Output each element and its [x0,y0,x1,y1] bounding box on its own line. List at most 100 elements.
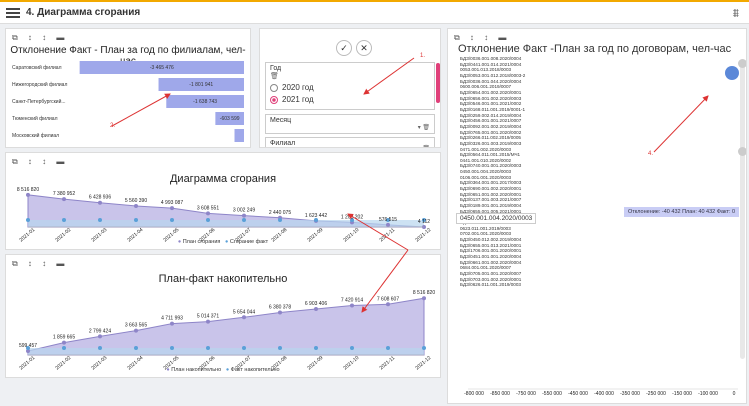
month-filter[interactable]: Месяц ▾ 🗑 [265,114,435,134]
plan-point[interactable] [26,192,30,197]
fact-point[interactable] [278,346,282,350]
fact-point[interactable] [206,218,210,222]
plan-area [27,297,425,356]
contracts-panel: ⧉ ↕ ↕ ▬ Отклонение Факт -План за год по … [447,28,747,404]
year-option-2020[interactable]: 2020 год [270,83,430,92]
year-filter: Год 🗑 2020 год 2021 год [265,62,435,110]
x-tick-label: -400 000 [594,391,614,397]
data-label: 8 516 820 [413,290,435,296]
fact-area [28,220,424,227]
data-label: 2 440 075 [269,210,291,216]
branch-label: Санкт-Петербургский... [12,98,66,105]
branches-chart: Саратовский филиал -3 465 476 Нижегородски… [12,61,244,142]
fact-point[interactable] [386,346,390,350]
x-tick-label: -450 000 [568,391,588,397]
fact-point[interactable] [98,218,102,222]
burn-chart: 8 516 8202021-017 380 9522021-026 428 93… [17,187,433,244]
cancel-button[interactable]: ✕ [356,40,372,56]
x-tick-label: -350 000 [620,391,640,397]
data-label: 2 799 424 [89,328,111,334]
x-tick-label: -800 000 [464,391,484,397]
plan-point[interactable] [206,211,210,216]
plan-point[interactable] [242,213,246,218]
chevron-down-icon[interactable]: ▾ 🗑 [418,145,430,147]
trash-icon[interactable]: 🗑 [270,72,430,80]
plan-point[interactable] [242,315,246,320]
x-tick-label: -250 000 [646,391,666,397]
chevron-down-icon[interactable]: ▾ 🗑 [418,124,430,131]
fact-point[interactable] [242,346,246,350]
fact-point[interactable] [134,346,138,350]
fact-point[interactable] [134,218,138,222]
burn-panel: ⧉ ↕ ↕ ▬ Диаграмма сгорания 8 516 820 2021… [5,152,441,250]
burn-legend: ● План сгорания ● Сгорание факт [177,239,269,245]
plan-point[interactable] [98,200,102,205]
branch-value: -3 465 476 [150,65,174,71]
fact-point[interactable] [98,346,102,350]
fact-point[interactable] [350,346,354,350]
plan-point[interactable] [350,303,354,308]
plan-point[interactable] [422,296,426,301]
fact-point[interactable] [242,218,246,222]
fact-point[interactable] [170,218,174,222]
data-label: 576 515 [379,217,397,223]
data-label: 3 663 565 [125,323,147,329]
plan-point[interactable] [314,306,318,311]
plan-point[interactable] [278,310,282,315]
data-label: 1 623 442 [305,213,327,219]
contracts-axis: -800 000 -850 000 -750 000 -550 000 -450 000… [464,388,738,397]
branch-filter[interactable]: Филиал ▾ 🗑 [265,137,435,147]
plan-point[interactable] [206,319,210,324]
scrollbar[interactable] [436,63,440,103]
fact-point[interactable] [422,346,426,350]
fact-point[interactable] [26,218,30,222]
branch-value: -1 638 743 [193,99,217,105]
plan-point[interactable] [170,321,174,326]
branch-label: Тюменский филиал [12,115,58,122]
x-tick-label: 0 [733,391,736,397]
plan-point[interactable] [134,203,138,208]
plan-point[interactable] [62,197,66,202]
data-label: 5 654 044 [233,309,255,315]
plan-point[interactable] [386,222,390,227]
apply-button[interactable]: ✓ [336,40,352,56]
x-tick-label: -100 000 [698,391,718,397]
data-label: 3 608 551 [197,205,219,211]
fact-point[interactable] [170,346,174,350]
data-label: 4 711 993 [161,316,183,322]
data-label: 599 457 [19,343,37,349]
year-label: Год [270,65,282,72]
radio-selected-icon [270,95,278,104]
data-label: 6 903 406 [305,301,327,307]
data-label: 8 516 820 [17,187,39,193]
data-label: 1 859 665 [53,335,75,341]
plan-point[interactable] [62,340,66,345]
fact-area [28,348,424,355]
data-label: 3 002 249 [233,208,255,214]
plan-point[interactable] [98,334,102,339]
cumulative-panel: ⧉ ↕ ↕ ▬ План-факт накопительно 599 457 20… [5,254,441,378]
fact-point[interactable] [62,346,66,350]
data-label: 7 608 607 [377,296,399,302]
plan-point[interactable] [134,328,138,333]
fact-point[interactable] [278,218,282,222]
fact-point[interactable] [314,346,318,350]
year-option-2021[interactable]: 2021 год [270,95,430,104]
branch-bar[interactable] [234,129,244,142]
page-title: 4. Диаграмма сгорания [26,7,141,18]
menu-icon[interactable] [6,6,20,18]
plan-point[interactable] [170,206,174,211]
branch-value: -603 599 [220,116,240,122]
branch-label: Нижегородский филиал [12,81,67,88]
fact-point[interactable] [206,346,210,350]
plan-point[interactable] [386,302,390,307]
radio-icon [270,83,278,92]
annotation-1: 1. [420,53,426,59]
data-label: 1 208 202 [341,214,363,220]
branch-label: Саратовский филиал [12,64,62,71]
x-tick-label: -550 000 [542,391,562,397]
data-label: 6 380 378 [269,304,291,310]
fact-point[interactable] [62,218,66,222]
filter-icon[interactable]: ⩩ [733,6,739,21]
data-label: 4 993 087 [161,200,183,206]
